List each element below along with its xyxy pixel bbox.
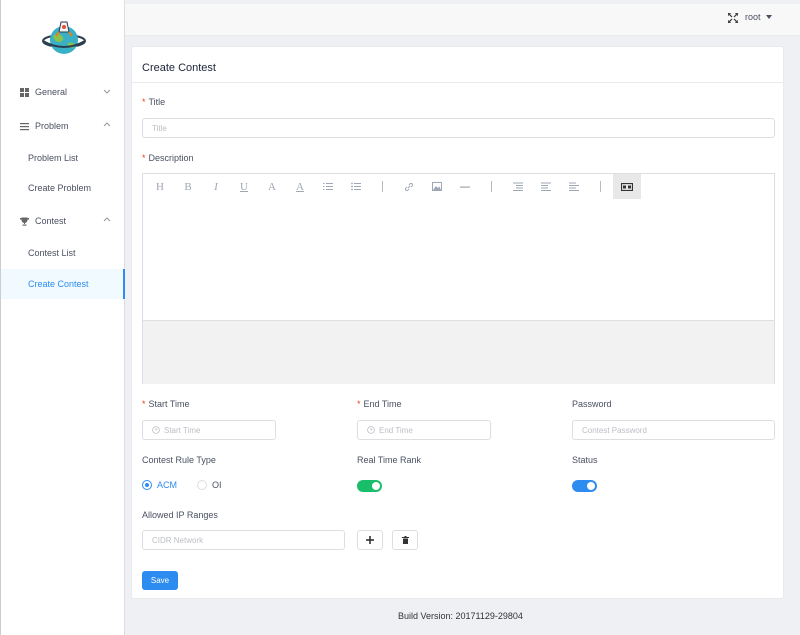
horizontal-rule-button[interactable]: [451, 174, 479, 199]
build-version: Build Version: 20171129-29804: [398, 611, 523, 621]
end-time-picker[interactable]: End Time: [357, 420, 491, 440]
image-icon: [432, 182, 442, 191]
clock-icon: [152, 426, 160, 434]
delete-ip-button[interactable]: [392, 530, 418, 550]
trash-icon: [401, 536, 409, 544]
heading-button[interactable]: H: [146, 174, 174, 199]
user-menu[interactable]: root: [745, 12, 772, 22]
username: root: [745, 12, 761, 22]
sidebar: General Problem Problem List Create Prob…: [0, 0, 125, 635]
sidebar-item-label: Contest: [35, 216, 67, 226]
sidebar-item-problem-list[interactable]: Problem List: [1, 143, 125, 173]
sidebar-item-problem[interactable]: Problem: [1, 111, 125, 141]
rule-acm-radio[interactable]: ACM: [142, 480, 177, 490]
preview-toggle-button[interactable]: [613, 174, 641, 199]
create-contest-card: Create Contest * Title Title * Description…: [131, 46, 784, 599]
card-header: Create Contest: [132, 47, 783, 83]
chevron-down-icon: [103, 89, 111, 94]
editor-preview-pane: [143, 320, 774, 384]
unordered-list-icon: [351, 182, 361, 191]
editor-toolbar: H B I U A A: [143, 174, 774, 199]
fullscreen-icon[interactable]: [728, 13, 738, 23]
outdent-button[interactable]: [532, 174, 560, 199]
clock-icon: [367, 426, 375, 434]
sidebar-item-create-problem[interactable]: Create Problem: [1, 173, 125, 203]
link-icon: [404, 182, 414, 191]
allowed-ip-label: Allowed IP Ranges: [142, 510, 218, 520]
description-label: * Description: [142, 153, 194, 163]
chevron-up-icon: [103, 217, 111, 222]
toolbar-divider: [491, 181, 492, 192]
font-color-button[interactable]: A: [258, 174, 286, 199]
indent-button[interactable]: [504, 174, 532, 199]
plus-icon: [366, 536, 374, 544]
cidr-network-input[interactable]: CIDR Network: [142, 530, 345, 550]
radio-unchecked-icon: [197, 480, 207, 490]
bold-button[interactable]: B: [174, 174, 202, 199]
planet-logo-icon: [42, 21, 86, 54]
rule-type-label: Contest Rule Type: [142, 455, 216, 465]
sidebar-item-general[interactable]: General: [1, 77, 125, 107]
real-time-rank-label: Real Time Rank: [357, 455, 422, 465]
link-button[interactable]: [395, 174, 423, 199]
sidebar-item-create-contest[interactable]: Create Contest: [1, 269, 125, 299]
start-time-label: * Start Time: [142, 399, 190, 409]
top-bar: root: [125, 4, 800, 36]
italic-button[interactable]: I: [202, 174, 230, 199]
outdent-icon: [541, 182, 551, 191]
status-switch[interactable]: [572, 480, 597, 492]
background-color-button[interactable]: A: [286, 174, 314, 199]
radio-checked-icon: [142, 480, 152, 490]
page-title: Create Contest: [142, 62, 216, 74]
sidebar-item-contest-list[interactable]: Contest List: [1, 238, 125, 268]
horizontal-rule-icon: [460, 186, 470, 188]
ordered-list-icon: [323, 183, 333, 190]
start-time-picker[interactable]: Start Time: [142, 420, 276, 440]
add-ip-button[interactable]: [357, 530, 383, 550]
sidebar-item-label: Problem: [35, 121, 69, 131]
image-button[interactable]: [423, 174, 451, 199]
title-input[interactable]: Title: [142, 118, 775, 138]
ordered-list-button[interactable]: [314, 174, 342, 199]
rule-oi-radio[interactable]: OI: [197, 480, 222, 490]
sidebar-item-contest[interactable]: Contest: [1, 206, 125, 236]
underline-button[interactable]: U: [230, 174, 258, 199]
save-button[interactable]: Save: [142, 571, 178, 590]
title-label: * Title: [142, 97, 166, 107]
end-time-label: * End Time: [357, 399, 402, 409]
align-button[interactable]: [560, 174, 588, 199]
password-label: Password: [572, 399, 612, 409]
real-time-rank-switch[interactable]: [357, 480, 382, 492]
sidebar-item-label: General: [35, 87, 68, 97]
switch-knob: [587, 482, 595, 490]
switch-knob: [372, 482, 380, 490]
toolbar-divider: [600, 181, 601, 192]
chevron-up-icon: [103, 122, 111, 127]
align-left-icon: [569, 182, 579, 191]
description-editor: H B I U A A: [142, 173, 775, 384]
contest-password-input[interactable]: Contest Password: [572, 420, 775, 440]
indent-icon: [513, 182, 523, 191]
toolbar-divider: [382, 181, 383, 192]
editor-text-area[interactable]: [143, 199, 774, 320]
status-label: Status: [572, 455, 598, 465]
unordered-list-button[interactable]: [342, 174, 370, 199]
grid-icon: [19, 87, 29, 97]
list-icon: [19, 121, 29, 131]
trophy-icon: [19, 216, 29, 226]
split-preview-icon: [621, 182, 633, 191]
caret-down-icon: [765, 15, 772, 19]
